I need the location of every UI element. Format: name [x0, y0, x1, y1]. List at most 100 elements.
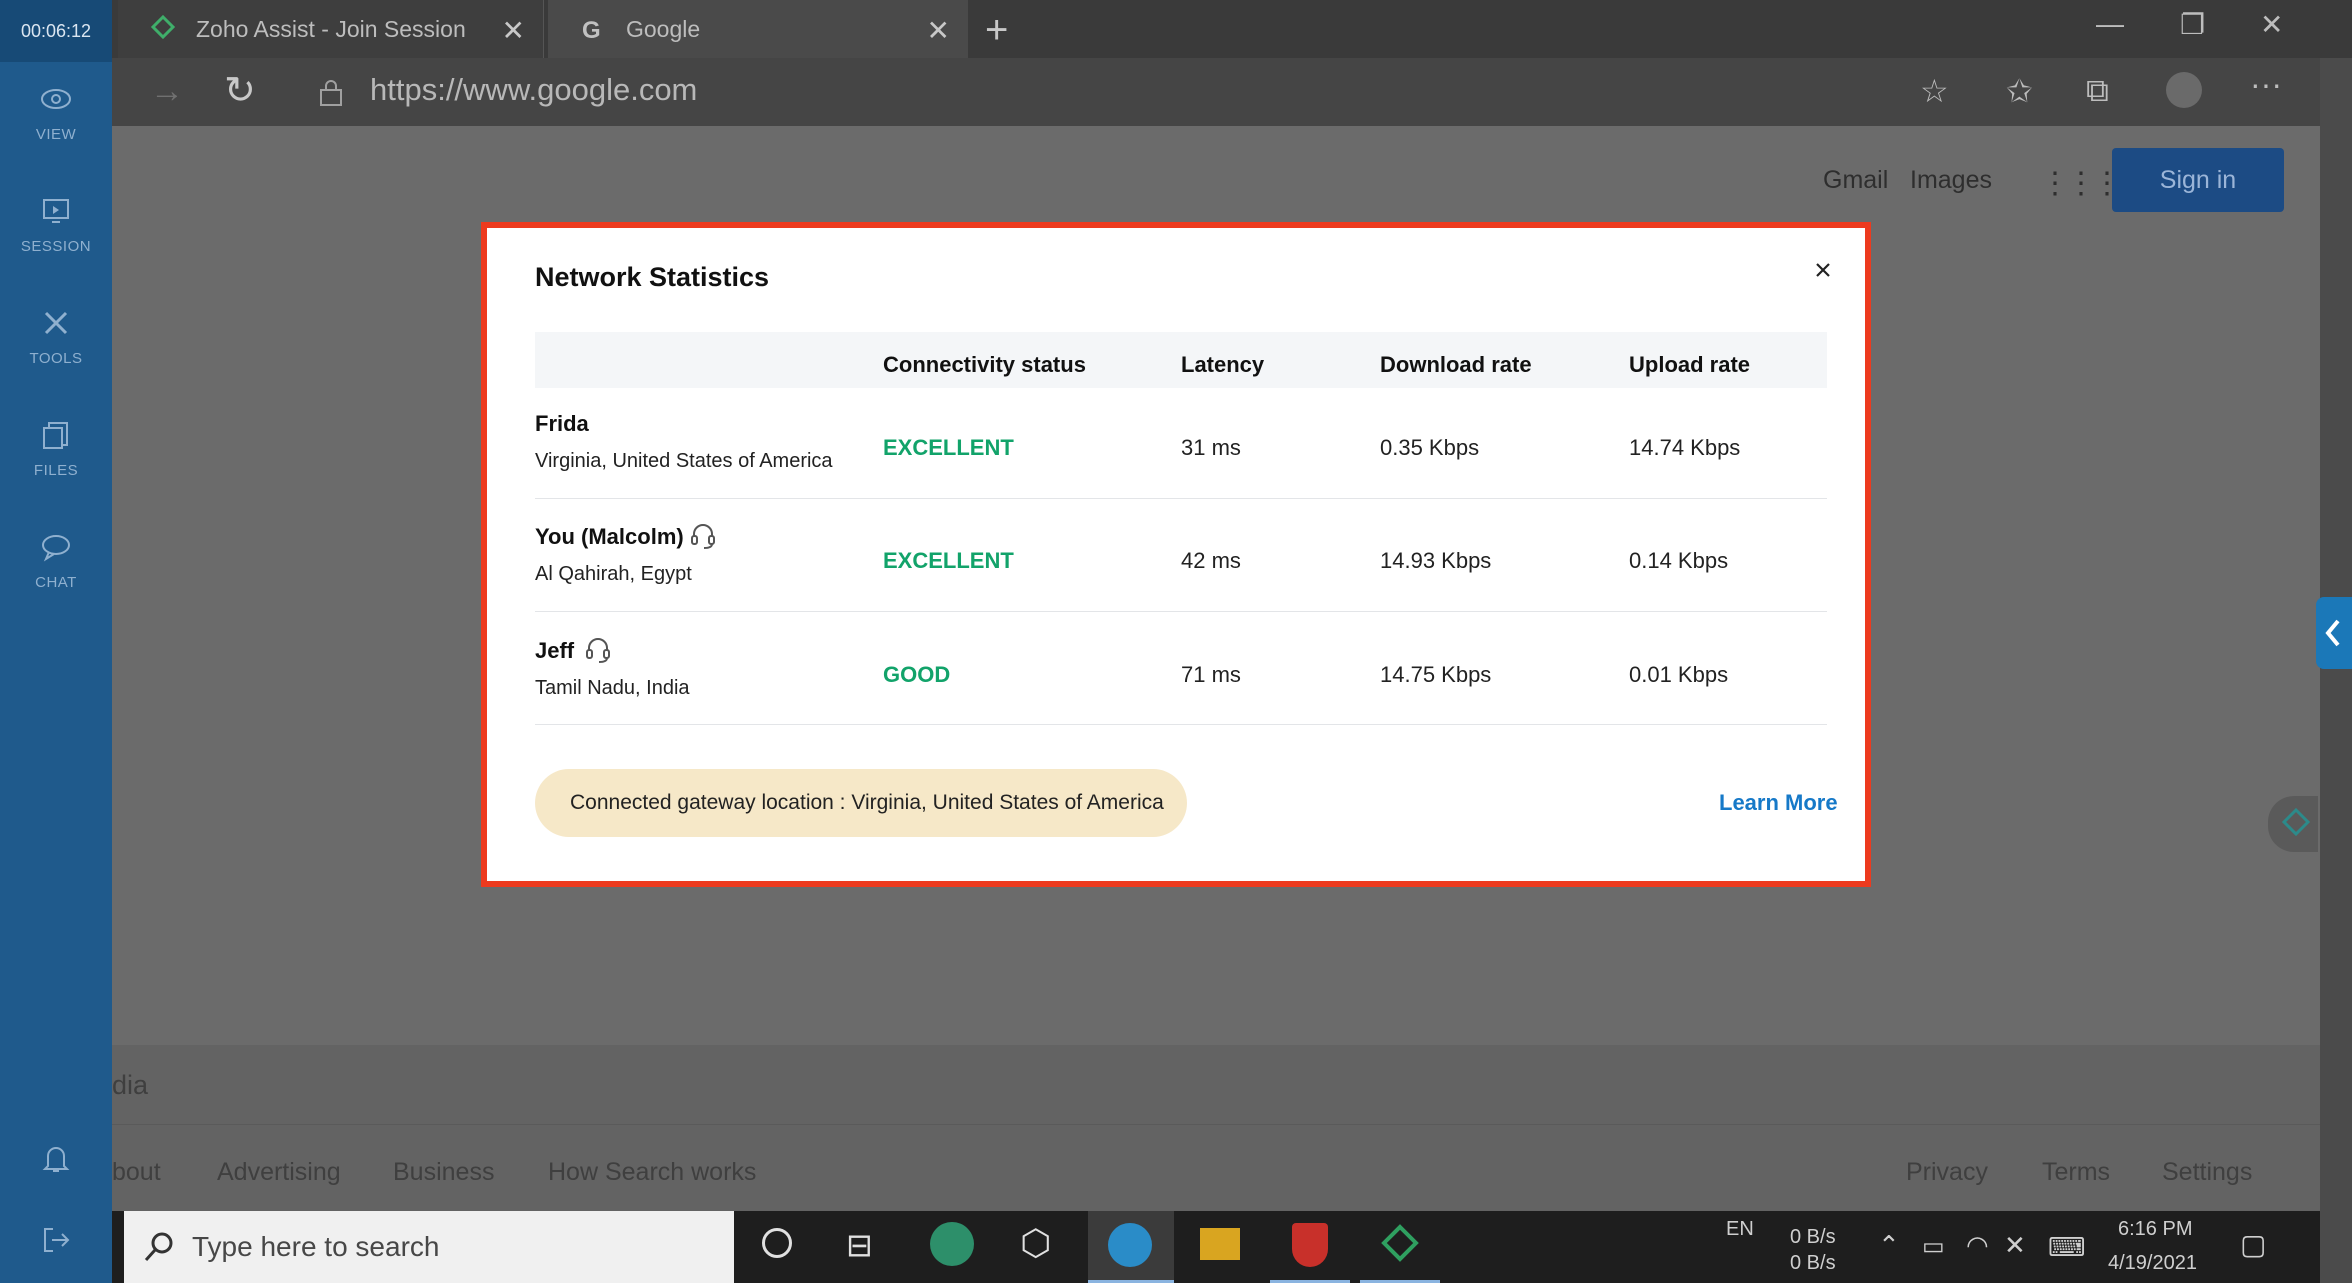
- zoho-float-button[interactable]: [2268, 796, 2318, 852]
- column-header: Connectivity status: [883, 352, 1086, 377]
- file-explorer-icon[interactable]: [1200, 1228, 1240, 1260]
- row-divider: [535, 498, 1827, 499]
- apps-grid-icon[interactable]: ⋮⋮⋮: [2040, 166, 2122, 201]
- chat-icon: [42, 534, 70, 562]
- row-divider: [535, 611, 1827, 612]
- footer-terms-link[interactable]: Terms: [2042, 1158, 2110, 1187]
- net-download-speed: 0 B/s: [1790, 1252, 1836, 1274]
- profile-avatar[interactable]: [2166, 72, 2202, 108]
- upload-rate-value: 14.74 Kbps: [1629, 435, 1741, 460]
- more-icon[interactable]: ···: [2250, 66, 2282, 103]
- sidebar-item-tools[interactable]: TOOLS: [0, 286, 112, 386]
- wifi-icon[interactable]: ◠: [1966, 1230, 1989, 1261]
- shield-app-item[interactable]: [1270, 1211, 1350, 1283]
- row-divider: [535, 724, 1827, 725]
- gateway-location-badge: Connected gateway location : Virginia, U…: [535, 769, 1187, 837]
- lock-icon: [320, 80, 342, 106]
- sidebar-item-label: TOOLS: [29, 349, 83, 367]
- url-field[interactable]: https://www.google.com: [370, 72, 697, 108]
- volume-muted-icon[interactable]: ✕: [2004, 1230, 2026, 1261]
- close-window-icon[interactable]: ✕: [2260, 8, 2283, 41]
- close-icon[interactable]: ✕: [502, 14, 525, 47]
- footer-country-bar: [112, 1045, 2320, 1125]
- status-badge: EXCELLENT: [883, 548, 1014, 573]
- edge-dev-icon[interactable]: [930, 1222, 974, 1266]
- battery-icon[interactable]: ▭: [1922, 1232, 1945, 1261]
- participant-name: You (Malcolm): [535, 524, 684, 549]
- tab-zoho-assist[interactable]: Zoho Assist - Join Session ✕: [118, 0, 544, 58]
- gmail-link[interactable]: Gmail: [1823, 166, 1888, 195]
- technician-headset-icon: [586, 638, 610, 663]
- images-link[interactable]: Images: [1910, 166, 1992, 195]
- participant-name: Frida: [535, 411, 589, 436]
- learn-more-link[interactable]: Learn More: [1719, 790, 1838, 816]
- participant-name: Jeff: [535, 638, 575, 663]
- task-view-icon[interactable]: ⊟: [846, 1226, 873, 1264]
- forward-icon[interactable]: →: [150, 72, 184, 111]
- latency-value: 42 ms: [1181, 548, 1241, 573]
- latency-value: 71 ms: [1181, 662, 1241, 687]
- files-icon: [43, 421, 68, 449]
- box-app-icon[interactable]: ⬡: [1020, 1222, 1051, 1264]
- sidebar-item-session[interactable]: SESSION: [0, 174, 112, 274]
- taskbar-search-input[interactable]: Type here to search: [124, 1211, 734, 1283]
- sign-in-button[interactable]: Sign in: [2112, 148, 2284, 212]
- favorites-icon[interactable]: ✩: [2006, 72, 2033, 110]
- keyboard-icon[interactable]: ⌨: [2048, 1232, 2086, 1263]
- collections-icon[interactable]: ⧉: [2086, 72, 2109, 110]
- clock-time[interactable]: 6:16 PM: [2118, 1218, 2192, 1241]
- new-tab-button[interactable]: +: [985, 8, 1008, 53]
- column-header: Latency: [1181, 352, 1265, 377]
- expand-panel-button[interactable]: [2316, 597, 2352, 669]
- status-badge: GOOD: [883, 662, 951, 687]
- sidebar-item-files[interactable]: FILES: [0, 398, 112, 498]
- sidebar-item-chat[interactable]: CHAT: [0, 510, 112, 610]
- participant-location: Virginia, United States of America: [535, 450, 833, 472]
- edge-icon: [1108, 1223, 1152, 1267]
- tab-title: Zoho Assist - Join Session: [196, 15, 466, 42]
- sidebar-item-label: VIEW: [35, 125, 77, 143]
- zoho-icon: [2281, 807, 2311, 837]
- zoho-assist-taskbar-item[interactable]: [1360, 1211, 1440, 1283]
- chevron-left-icon: [2325, 619, 2340, 647]
- refresh-icon[interactable]: ↻: [224, 68, 256, 113]
- footer-business-link[interactable]: Business: [393, 1158, 494, 1187]
- tab-title: Google: [626, 15, 701, 42]
- exit-icon[interactable]: [0, 1210, 112, 1270]
- shield-icon: [1292, 1223, 1328, 1267]
- restore-icon[interactable]: ❐: [2180, 8, 2205, 41]
- cortana-icon[interactable]: [762, 1228, 792, 1258]
- download-rate-value: 14.93 Kbps: [1380, 548, 1492, 573]
- search-icon: [144, 1232, 173, 1262]
- sidebar-item-view[interactable]: VIEW: [0, 62, 112, 162]
- eye-icon: [41, 88, 71, 109]
- notifications-icon[interactable]: ▢: [2240, 1228, 2266, 1261]
- sidebar-item-label: CHAT: [35, 573, 77, 591]
- dialog-title: Network Statistics: [535, 262, 770, 292]
- language-indicator[interactable]: EN: [1726, 1218, 1754, 1241]
- upload-rate-value: 0.14 Kbps: [1629, 548, 1729, 573]
- download-rate-value: 14.75 Kbps: [1380, 662, 1492, 687]
- add-favorite-icon[interactable]: ☆: [1920, 72, 1949, 110]
- close-icon[interactable]: ✕: [927, 14, 950, 47]
- bell-icon[interactable]: [0, 1128, 112, 1188]
- latency-value: 31 ms: [1181, 435, 1241, 460]
- footer-settings-link[interactable]: Settings: [2162, 1158, 2252, 1187]
- minimize-icon[interactable]: —: [2096, 8, 2124, 40]
- clock-date[interactable]: 4/19/2021: [2108, 1252, 2197, 1275]
- zoho-icon: [1381, 1224, 1419, 1262]
- sidebar-item-label: FILES: [33, 461, 79, 479]
- sidebar-item-label: SESSION: [20, 237, 92, 255]
- network-statistics-dialog: Network Statistics Connectivity status L…: [481, 222, 1871, 887]
- chevron-up-icon[interactable]: ⌃: [1878, 1230, 1900, 1261]
- footer-privacy-link[interactable]: Privacy: [1906, 1158, 1988, 1187]
- close-icon[interactable]: [1809, 256, 1837, 284]
- footer-about-link[interactable]: bout: [112, 1158, 161, 1187]
- tab-google[interactable]: G Google ✕: [548, 0, 968, 58]
- footer-how-search-link[interactable]: How Search works: [548, 1158, 756, 1187]
- footer-advertising-link[interactable]: Advertising: [217, 1158, 341, 1187]
- edge-taskbar-item[interactable]: [1088, 1211, 1174, 1283]
- session-timer: 00:06:12: [0, 0, 112, 62]
- google-icon: G: [582, 17, 601, 44]
- column-header: Download rate: [1380, 352, 1532, 377]
